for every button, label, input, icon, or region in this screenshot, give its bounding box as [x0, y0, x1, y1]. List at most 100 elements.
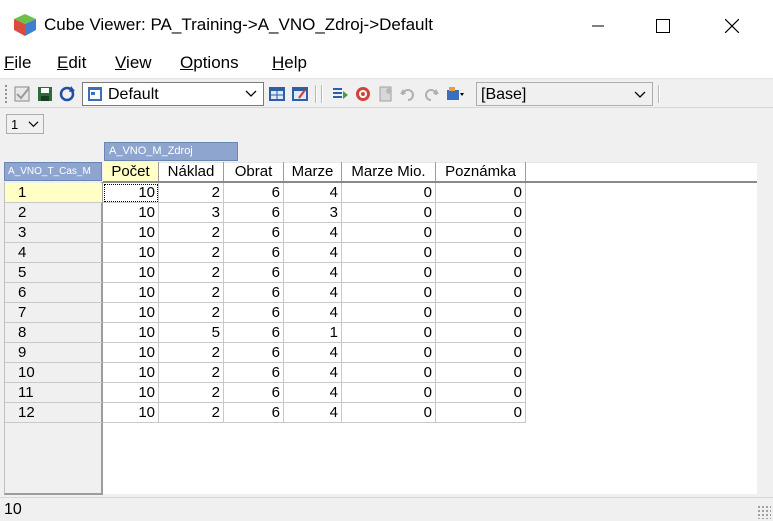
- data-cell[interactable]: 0: [342, 223, 436, 243]
- slice-icon[interactable]: [291, 85, 309, 103]
- row-header[interactable]: 5: [5, 263, 102, 283]
- data-cell[interactable]: 4: [284, 343, 342, 363]
- data-cell[interactable]: 6: [224, 223, 284, 243]
- data-cell[interactable]: 2: [159, 243, 224, 263]
- export-icon[interactable]: [268, 85, 286, 103]
- toolbar-grip[interactable]: [4, 84, 8, 104]
- row-header[interactable]: 1: [5, 183, 102, 203]
- data-cell[interactable]: 10: [103, 343, 159, 363]
- data-cell[interactable]: 0: [436, 243, 526, 263]
- column-header[interactable]: Poznámka: [436, 162, 526, 181]
- settings-icon[interactable]: [446, 85, 464, 103]
- data-cell[interactable]: 4: [284, 183, 342, 203]
- data-cell[interactable]: 10: [103, 383, 159, 403]
- data-cell[interactable]: 2: [159, 363, 224, 383]
- data-cell[interactable]: 0: [342, 283, 436, 303]
- data-cell[interactable]: 3: [159, 203, 224, 223]
- row-dimension-tab[interactable]: A_VNO_T_Cas_M: [4, 162, 102, 181]
- data-cell[interactable]: 6: [224, 383, 284, 403]
- data-cell[interactable]: 4: [284, 403, 342, 423]
- subset-dropdown[interactable]: [Base]: [476, 82, 653, 106]
- data-cell[interactable]: 0: [436, 183, 526, 203]
- data-cell[interactable]: 2: [159, 343, 224, 363]
- row-header[interactable]: 9: [5, 343, 102, 363]
- data-cell[interactable]: 10: [103, 183, 159, 203]
- data-cell[interactable]: 0: [436, 303, 526, 323]
- column-header[interactable]: Náklad: [159, 162, 224, 181]
- data-cell[interactable]: 10: [103, 203, 159, 223]
- data-cell[interactable]: 0: [342, 343, 436, 363]
- data-cell[interactable]: 10: [103, 403, 159, 423]
- data-cell[interactable]: 2: [159, 303, 224, 323]
- data-cell[interactable]: 6: [224, 283, 284, 303]
- close-button[interactable]: [709, 0, 755, 52]
- data-cell[interactable]: 0: [436, 203, 526, 223]
- data-cell[interactable]: 0: [436, 383, 526, 403]
- column-header[interactable]: Marze: [284, 162, 342, 181]
- menu-help[interactable]: Help: [268, 52, 311, 78]
- data-cell[interactable]: 6: [224, 343, 284, 363]
- column-header[interactable]: Počet: [103, 162, 159, 181]
- column-header[interactable]: Marze Mio.: [342, 162, 436, 181]
- data-cell[interactable]: 10: [103, 243, 159, 263]
- data-cell[interactable]: 0: [342, 403, 436, 423]
- data-cell[interactable]: 2: [159, 283, 224, 303]
- column-dimension-tab[interactable]: A_VNO_M_Zdroj: [104, 142, 238, 161]
- data-cell[interactable]: 6: [224, 403, 284, 423]
- data-cell[interactable]: 0: [342, 303, 436, 323]
- recalculate-icon[interactable]: [58, 85, 76, 103]
- data-cell[interactable]: 0: [436, 223, 526, 243]
- list-export-icon[interactable]: [331, 85, 349, 103]
- data-cell[interactable]: 10: [103, 263, 159, 283]
- title-dimension-dropdown[interactable]: 1: [6, 114, 44, 134]
- menu-edit[interactable]: Edit: [53, 52, 90, 78]
- save-icon[interactable]: [36, 85, 54, 103]
- row-header[interactable]: 6: [5, 283, 102, 303]
- data-cell[interactable]: 0: [436, 363, 526, 383]
- data-cell[interactable]: 10: [103, 323, 159, 343]
- menu-options[interactable]: Options: [176, 52, 243, 78]
- minimize-button[interactable]: [575, 0, 621, 52]
- view-dropdown[interactable]: Default: [82, 82, 264, 106]
- row-header[interactable]: 2: [5, 203, 102, 223]
- data-cell[interactable]: 2: [159, 383, 224, 403]
- row-header[interactable]: 3: [5, 223, 102, 243]
- data-cell[interactable]: 0: [342, 203, 436, 223]
- menu-view[interactable]: View: [111, 52, 156, 78]
- row-header[interactable]: 12: [5, 403, 102, 423]
- data-cell[interactable]: 5: [159, 323, 224, 343]
- data-cell[interactable]: 10: [103, 303, 159, 323]
- data-cell[interactable]: 0: [436, 403, 526, 423]
- data-cell[interactable]: 2: [159, 223, 224, 243]
- data-cell[interactable]: 6: [224, 243, 284, 263]
- data-cell[interactable]: 4: [284, 283, 342, 303]
- data-cell[interactable]: 2: [159, 263, 224, 283]
- data-cell[interactable]: 0: [342, 323, 436, 343]
- sandbox-icon[interactable]: [377, 85, 395, 103]
- data-cell[interactable]: 6: [224, 203, 284, 223]
- data-cell[interactable]: 0: [436, 283, 526, 303]
- data-cell[interactable]: 0: [342, 183, 436, 203]
- data-cell[interactable]: 0: [436, 263, 526, 283]
- resize-grip[interactable]: [757, 505, 771, 519]
- maximize-button[interactable]: [640, 0, 686, 52]
- data-cell[interactable]: 6: [224, 323, 284, 343]
- data-cell[interactable]: 4: [284, 303, 342, 323]
- data-cell[interactable]: 10: [103, 223, 159, 243]
- row-header[interactable]: 8: [5, 323, 102, 343]
- data-cell[interactable]: 0: [342, 243, 436, 263]
- column-header[interactable]: Obrat: [224, 162, 284, 181]
- data-cell[interactable]: 4: [284, 363, 342, 383]
- redo-icon[interactable]: [422, 85, 440, 103]
- row-header[interactable]: 10: [5, 363, 102, 383]
- data-cell[interactable]: 6: [224, 363, 284, 383]
- undo-icon[interactable]: [399, 85, 417, 103]
- data-cell[interactable]: 10: [103, 363, 159, 383]
- data-cell[interactable]: 1: [284, 323, 342, 343]
- check-icon[interactable]: [14, 85, 32, 103]
- data-cell[interactable]: 3: [284, 203, 342, 223]
- data-cell[interactable]: 6: [224, 183, 284, 203]
- data-cell[interactable]: 0: [436, 343, 526, 363]
- data-cell[interactable]: 6: [224, 303, 284, 323]
- data-cell[interactable]: 4: [284, 383, 342, 403]
